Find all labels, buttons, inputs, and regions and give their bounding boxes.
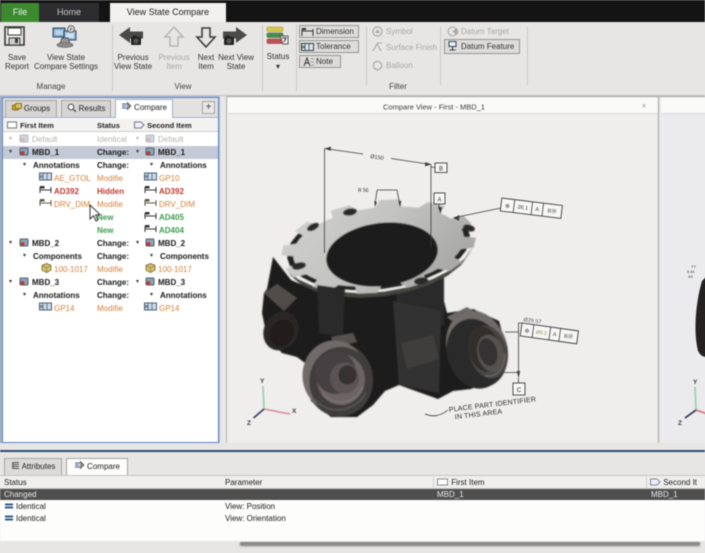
svg-text:X: X	[292, 408, 297, 415]
svg-text:Y: Y	[260, 378, 265, 385]
svg-text:Z: Z	[247, 420, 251, 427]
svg-text:B: B	[439, 167, 443, 173]
svg-text:Z: Z	[678, 420, 682, 427]
svg-text:Compare View - First - MBD_1: Compare View - First - MBD_1	[383, 103, 485, 112]
svg-text:⊕: ⊕	[524, 328, 530, 335]
svg-text:A: A	[437, 198, 441, 204]
svg-text:⊕: ⊕	[504, 204, 510, 211]
svg-text:C: C	[517, 387, 522, 394]
svg-text:4X: 4X	[688, 274, 693, 279]
svg-text:Y: Y	[693, 379, 698, 386]
svg-text:×: ×	[642, 101, 647, 111]
svg-text:R 56: R 56	[358, 188, 369, 194]
